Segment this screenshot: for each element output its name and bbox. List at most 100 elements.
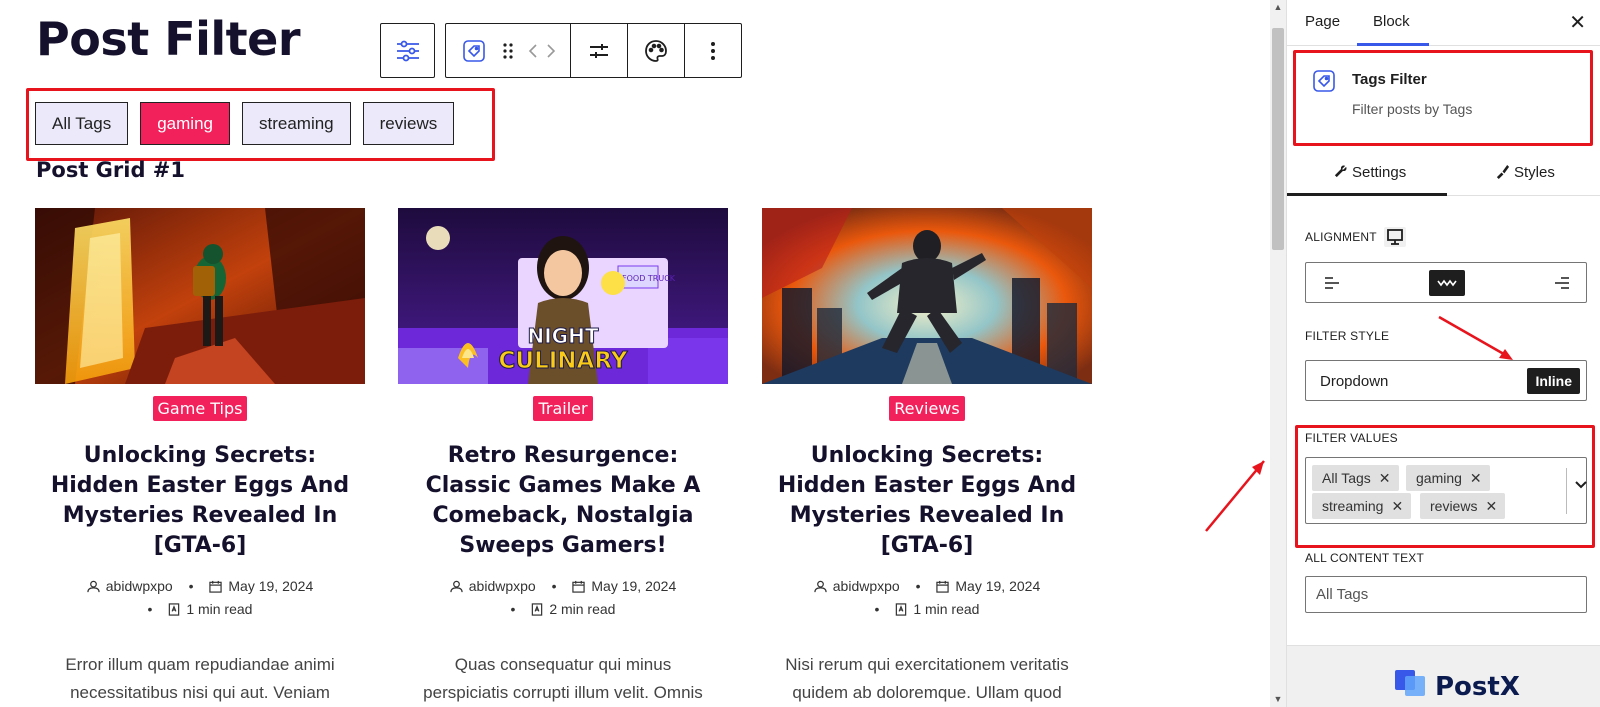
filter-style-dropdown[interactable]: Dropdown — [1320, 373, 1388, 390]
calendar-icon — [936, 580, 950, 593]
date-meta: May 19, 2024 — [572, 578, 676, 594]
tab-block[interactable]: Block — [1373, 13, 1410, 30]
post-card: Reviews Unlocking Secrets: Hidden Easter… — [762, 208, 1092, 707]
settings-button[interactable] — [579, 31, 619, 71]
chevron-down-icon[interactable] — [1574, 480, 1588, 490]
filter-sliders-icon — [396, 40, 419, 61]
filter-chip: gaming ✕ — [1406, 465, 1490, 491]
calendar-icon — [209, 580, 223, 593]
read-time-meta: 1 min read — [168, 601, 252, 617]
book-icon — [532, 603, 543, 616]
post-meta: abidwpxpo • May 19, 2024 • 2 min read — [398, 575, 728, 621]
align-left-icon — [1325, 277, 1339, 289]
post-grid-heading: Post Grid #1 — [36, 158, 186, 182]
remove-icon[interactable]: ✕ — [1391, 498, 1403, 515]
desktop-icon[interactable] — [1383, 226, 1407, 248]
user-icon — [450, 580, 463, 593]
align-left-button[interactable] — [1314, 270, 1350, 296]
drag-handle-icon — [503, 42, 513, 59]
close-icon[interactable]: ✕ — [1569, 10, 1586, 35]
post-title[interactable]: Unlocking Secrets: Hidden Easter Eggs An… — [35, 441, 365, 561]
align-center-icon — [1437, 279, 1457, 287]
post-excerpt: Nisi rerum qui exercitationem veritatis … — [785, 655, 1069, 702]
all-content-text-label: ALL CONTENT TEXT — [1305, 551, 1425, 565]
arrows-icon — [528, 43, 556, 58]
block-toolbar — [445, 23, 742, 78]
block-card: Tags Filter Filter posts by Tags — [1293, 50, 1593, 146]
category-badge[interactable]: Game Tips — [152, 396, 248, 421]
tab-styles[interactable]: Styles — [1495, 164, 1555, 181]
tab-settings[interactable]: Settings — [1333, 164, 1406, 181]
book-icon — [169, 603, 180, 616]
post-excerpt: Error illum quam repudiandae animi neces… — [65, 655, 335, 702]
settings-sidebar: Page Block ✕ Tags Filter Filter posts by… — [1286, 0, 1600, 707]
book-icon — [896, 603, 907, 616]
author-meta: abidwpxpo — [814, 578, 904, 594]
block-description: Filter posts by Tags — [1352, 101, 1473, 117]
filter-values-label: FILTER VALUES — [1305, 431, 1398, 445]
filter-style-inline[interactable]: Inline — [1527, 368, 1580, 394]
image-text-food-truck: FOOD TRUCK — [622, 274, 676, 283]
active-tab-indicator — [1287, 193, 1447, 196]
post-card: Game Tips Unlocking Secrets: Hidden East… — [35, 208, 365, 707]
post-title[interactable]: Unlocking Secrets: Hidden Easter Eggs An… — [762, 441, 1092, 561]
block-type-button[interactable] — [454, 31, 494, 71]
filter-chip: All Tags ✕ — [1312, 465, 1399, 491]
remove-icon[interactable]: ✕ — [1379, 470, 1391, 487]
user-icon — [87, 580, 100, 593]
post-thumbnail[interactable]: FOOD TRUCK NIGHT CULINARY — [398, 208, 728, 384]
postx-logo-icon — [1395, 670, 1425, 696]
author-meta: abidwpxpo — [450, 578, 540, 594]
palette-icon — [645, 39, 667, 62]
more-options-button[interactable] — [693, 31, 733, 71]
filter-values-select[interactable]: All Tags ✕ gaming ✕ streaming ✕ reviews ✕ — [1305, 457, 1587, 524]
calendar-icon — [572, 580, 586, 593]
filter-style-toggle: Dropdown Inline — [1305, 360, 1587, 401]
block-name: Tags Filter — [1352, 71, 1427, 88]
annotation-arrow — [1205, 460, 1265, 532]
filter-chip: streaming ✕ — [1312, 493, 1412, 519]
tag-button-streaming[interactable]: streaming — [241, 102, 351, 145]
move-arrows-button[interactable] — [522, 31, 562, 71]
align-right-button[interactable] — [1544, 270, 1580, 296]
sidebar-footer: PostX — [1287, 645, 1600, 707]
align-center-button[interactable] — [1429, 270, 1465, 296]
settings-style-tabs: Settings Styles — [1287, 150, 1600, 196]
brush-icon — [1496, 164, 1510, 179]
image-text-culinary: CULINARY — [499, 348, 628, 374]
tag-button-all-tags[interactable]: All Tags — [35, 102, 129, 145]
post-title[interactable]: Retro Resurgence: Classic Games Make A C… — [398, 441, 728, 561]
tab-page[interactable]: Page — [1305, 13, 1340, 30]
post-card: FOOD TRUCK NIGHT CULINARY Trailer Retro … — [398, 208, 728, 707]
post-thumbnail[interactable] — [762, 208, 1092, 384]
scroll-up-arrow-icon[interactable]: ▲ — [1272, 0, 1284, 14]
page-title: Post Filter — [36, 12, 301, 66]
filter-chip: reviews ✕ — [1420, 493, 1506, 519]
filter-style-label: FILTER STYLE — [1305, 329, 1390, 343]
user-icon — [814, 580, 827, 593]
style-button[interactable] — [636, 31, 676, 71]
post-thumbnail[interactable] — [35, 208, 365, 384]
alignment-label: ALIGNMENT — [1305, 230, 1377, 244]
post-meta: abidwpxpo • May 19, 2024 • 1 min read — [35, 575, 365, 621]
read-time-meta: 1 min read — [895, 601, 979, 617]
tag-button-reviews[interactable]: reviews — [362, 102, 455, 145]
category-badge[interactable]: Trailer — [533, 396, 593, 421]
post-excerpt: Quas consequatur qui minus perspiciatis … — [423, 655, 703, 702]
all-content-text-input[interactable]: All Tags — [1305, 576, 1587, 613]
annotation-arrow — [1438, 315, 1513, 360]
active-tab-indicator — [1357, 43, 1429, 46]
select-divider — [1566, 468, 1567, 514]
tag-icon — [1313, 70, 1335, 92]
remove-icon[interactable]: ✕ — [1485, 498, 1497, 515]
tag-button-gaming[interactable]: gaming — [140, 102, 230, 145]
category-badge[interactable]: Reviews — [889, 396, 965, 421]
drag-handle[interactable] — [494, 31, 522, 71]
author-meta: abidwpxpo — [87, 578, 177, 594]
remove-icon[interactable]: ✕ — [1470, 470, 1482, 487]
block-parent-button[interactable] — [380, 23, 435, 78]
more-vertical-icon — [711, 41, 715, 60]
scroll-thumb[interactable] — [1272, 28, 1284, 250]
scroll-down-arrow-icon[interactable]: ▼ — [1272, 692, 1284, 706]
post-meta: abidwpxpo • May 19, 2024 • 1 min read — [762, 575, 1092, 621]
